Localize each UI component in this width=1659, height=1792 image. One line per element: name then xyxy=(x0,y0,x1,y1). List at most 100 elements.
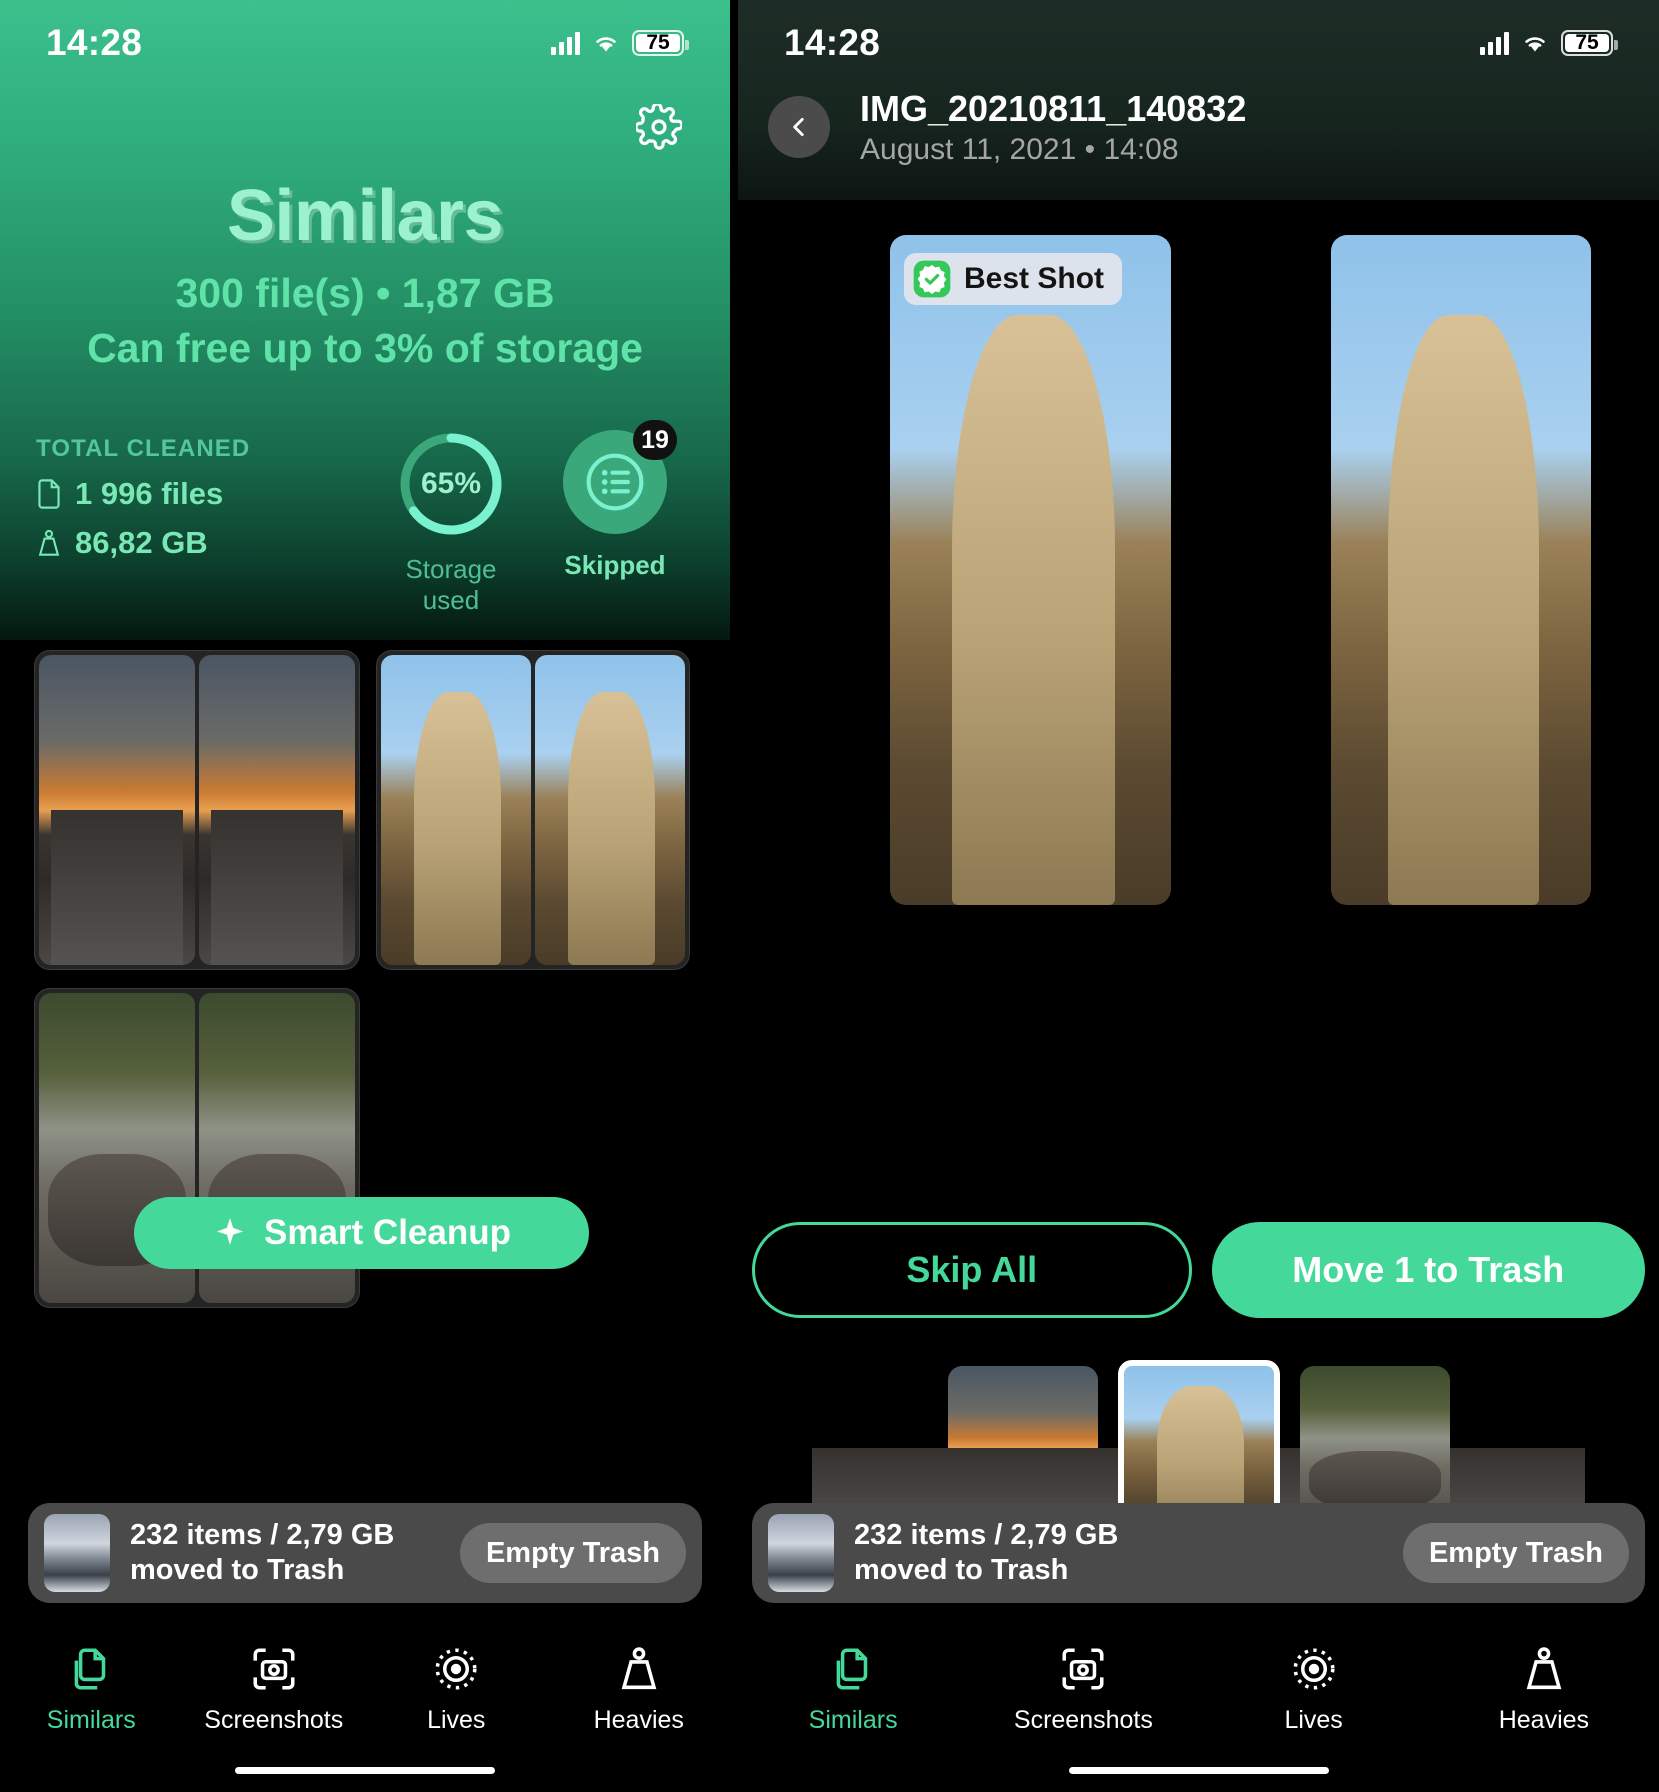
move-to-trash-button[interactable]: Move 1 to Trash xyxy=(1211,1222,1645,1318)
stats-row: TOTAL CLEANED 1 996 files 86,82 GB 65% S… xyxy=(0,420,730,615)
weight-icon xyxy=(621,1647,657,1690)
status-bar-right: 14:28 75 xyxy=(738,0,1659,86)
live-photo-icon xyxy=(1293,1648,1335,1690)
home-indicator xyxy=(235,1767,495,1774)
tab-label: Lives xyxy=(1284,1706,1343,1734)
total-cleaned-size-row: 86,82 GB xyxy=(36,525,250,561)
trash-thumbnail xyxy=(44,1514,110,1592)
tab-heavies[interactable]: Heavies xyxy=(548,1644,731,1735)
screen-divider xyxy=(730,0,738,1792)
weight-icon xyxy=(36,528,62,558)
live-photo-icon xyxy=(435,1648,477,1690)
back-button[interactable] xyxy=(768,96,830,158)
status-time: 14:28 xyxy=(784,22,881,63)
grid-row xyxy=(0,650,730,970)
photo-thumbnail[interactable] xyxy=(381,655,531,965)
summary-free-up: Can free up to 3% of storage xyxy=(87,325,643,371)
tab-similars[interactable]: Similars xyxy=(738,1644,968,1735)
verified-seal-icon xyxy=(912,259,952,299)
home-indicator xyxy=(1068,1767,1329,1774)
summary-files-size: 300 file(s) • 1,87 GB xyxy=(175,270,555,316)
page-title: Similars xyxy=(226,176,504,256)
tab-bar-left: Similars Screenshots Lives Heavies xyxy=(0,1622,730,1792)
wifi-icon xyxy=(592,32,620,54)
duplicate-files-icon xyxy=(836,1648,868,1690)
skipped-button[interactable]: 19 xyxy=(563,420,677,534)
tab-label: Heavies xyxy=(593,1706,684,1734)
trash-summary-bar-left: 232 items / 2,79 GB moved to Trash Empty… xyxy=(28,1503,702,1603)
tab-label: Similars xyxy=(46,1706,136,1734)
sparkle-icon xyxy=(212,1215,248,1251)
trash-line-2: moved to Trash xyxy=(854,1554,1069,1586)
gear-icon[interactable] xyxy=(634,102,684,150)
trash-line-1: 232 items / 2,79 GB xyxy=(854,1518,1119,1551)
weight-icon xyxy=(1526,1647,1562,1690)
skipped-count-badge: 19 xyxy=(633,420,677,460)
smart-cleanup-button[interactable]: Smart Cleanup xyxy=(134,1197,589,1269)
main-photo[interactable]: Best Shot xyxy=(890,235,1171,905)
move-to-trash-label: Move 1 to Trash xyxy=(1292,1249,1565,1290)
tab-label: Heavies xyxy=(1498,1706,1590,1734)
best-shot-badge: Best Shot xyxy=(904,253,1123,305)
skipped-widget[interactable]: 19 Skipped xyxy=(554,420,677,581)
skip-all-button[interactable]: Skip All xyxy=(752,1222,1192,1318)
total-cleaned-title: TOTAL CLEANED xyxy=(36,435,251,462)
wifi-icon xyxy=(1521,32,1549,54)
storage-ring: 65% xyxy=(397,430,505,538)
detail-action-buttons: Skip All Move 1 to Trash xyxy=(738,1222,1659,1318)
trash-summary-bar-right: 232 items / 2,79 GB moved to Trash Empty… xyxy=(752,1503,1645,1603)
empty-trash-button[interactable]: Empty Trash xyxy=(459,1523,686,1583)
chevron-left-icon xyxy=(793,118,804,136)
duplicate-files-icon xyxy=(74,1648,106,1690)
smart-cleanup-label: Smart Cleanup xyxy=(264,1213,511,1252)
trash-thumbnail xyxy=(768,1514,834,1592)
trash-summary-text: 232 items / 2,79 GB moved to Trash xyxy=(130,1518,460,1589)
storage-percent: 65% xyxy=(420,467,482,500)
photo-thumbnail[interactable] xyxy=(39,655,195,965)
battery-indicator: 75 xyxy=(632,30,689,56)
skipped-label: Skipped xyxy=(564,550,666,580)
total-cleaned-files: 1 996 files xyxy=(75,476,224,511)
tab-similars[interactable]: Similars xyxy=(0,1644,183,1735)
tab-label: Similars xyxy=(808,1706,898,1734)
list-icon xyxy=(586,453,644,511)
empty-trash-button[interactable]: Empty Trash xyxy=(1402,1523,1629,1583)
tab-heavies[interactable]: Heavies xyxy=(1429,1644,1659,1735)
trash-line-1: 232 items / 2,79 GB xyxy=(130,1518,395,1551)
next-photo[interactable] xyxy=(1331,235,1591,905)
tab-lives[interactable]: Lives xyxy=(1199,1644,1429,1735)
cellular-signal-icon xyxy=(1480,31,1509,55)
right-phone-screen: 14:28 75 IMG_20210811_140832 August 11, … xyxy=(738,0,1659,1792)
screenshot-camera-icon xyxy=(253,1648,295,1690)
best-shot-label: Best Shot xyxy=(964,262,1105,295)
tab-label: Lives xyxy=(427,1706,486,1734)
storage-used-label: Storage used xyxy=(405,554,497,615)
status-indicators: 75 xyxy=(1480,30,1618,56)
trash-summary-text: 232 items / 2,79 GB moved to Trash xyxy=(854,1518,1403,1589)
photo-title: IMG_20210811_140832 xyxy=(860,88,1247,129)
empty-trash-label: Empty Trash xyxy=(1428,1536,1603,1569)
dual-phone-screenshot: 14:28 75 Similars 300 file(s) • 1,87 GB … xyxy=(0,0,1659,1792)
total-cleaned-files-row: 1 996 files xyxy=(36,476,250,512)
empty-trash-label: Empty Trash xyxy=(485,1536,660,1569)
photo-thumbnail[interactable] xyxy=(199,655,355,965)
storage-used-widget[interactable]: 65% Storage used xyxy=(390,430,512,616)
cellular-signal-icon xyxy=(551,31,580,55)
photo-comparison-area: Best Shot xyxy=(738,230,1659,910)
tab-lives[interactable]: Lives xyxy=(365,1644,548,1735)
skip-all-label: Skip All xyxy=(906,1249,1038,1290)
screenshot-camera-icon xyxy=(1062,1648,1104,1690)
total-cleaned-size: 86,82 GB xyxy=(75,525,208,560)
photo-thumbnail[interactable] xyxy=(535,655,685,965)
similars-group-sunset[interactable] xyxy=(34,650,360,970)
battery-percent: 75 xyxy=(1575,31,1599,54)
photo-subtitle: August 11, 2021 • 14:08 xyxy=(860,133,1179,166)
tab-screenshots[interactable]: Screenshots xyxy=(968,1644,1198,1735)
tab-label: Screenshots xyxy=(1013,1706,1153,1734)
battery-indicator: 75 xyxy=(1561,30,1618,56)
total-cleaned-block: TOTAL CLEANED 1 996 files 86,82 GB xyxy=(36,435,250,561)
similars-group-statue[interactable] xyxy=(376,650,690,970)
tab-screenshots[interactable]: Screenshots xyxy=(183,1644,366,1735)
battery-percent: 75 xyxy=(646,31,670,54)
status-time: 14:28 xyxy=(46,22,143,63)
